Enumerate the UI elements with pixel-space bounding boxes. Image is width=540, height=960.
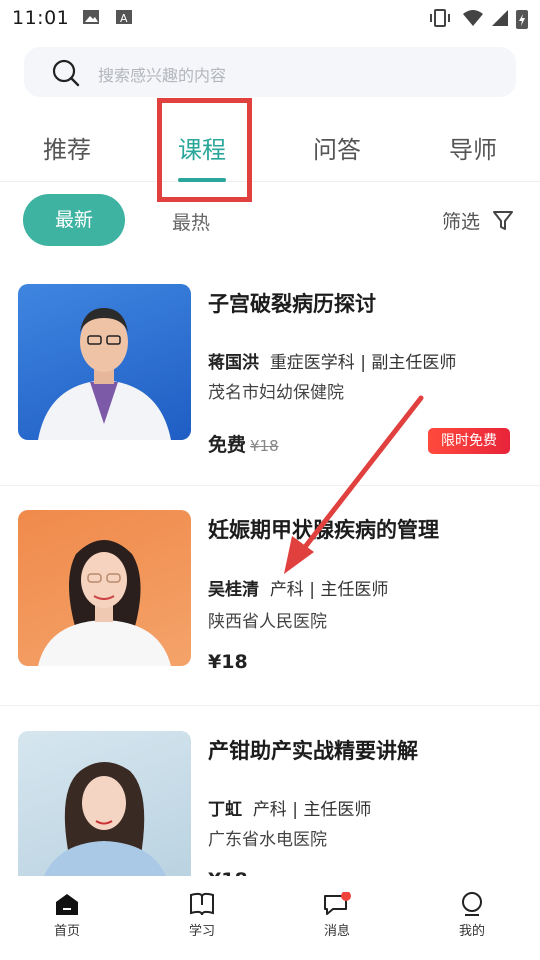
text-notification-icon: A — [116, 10, 132, 25]
doctor-portrait-image — [38, 540, 171, 666]
book-icon — [190, 892, 214, 916]
filter-button[interactable]: 筛选 — [442, 207, 480, 234]
filter-icon[interactable] — [493, 210, 513, 232]
nav-home-label: 首页 — [53, 924, 80, 939]
bottom-navigation: 首页 学习 消息 我的 — [0, 876, 540, 960]
course-title: 产钳助产实战精要讲解 — [208, 739, 418, 763]
filter-row: 最新 最热 筛选 — [0, 194, 540, 248]
nav-profile[interactable]: 我的 — [432, 892, 512, 939]
course-thumbnail — [18, 284, 191, 440]
teacher-hospital: 广东省水电医院 — [208, 830, 327, 850]
teacher-name: 吴桂清 — [208, 580, 259, 600]
nav-messages-label: 消息 — [323, 924, 350, 939]
message-icon — [324, 892, 351, 915]
status-time: 11:01 — [12, 7, 70, 29]
unread-dot — [341, 892, 351, 901]
tab-recommend[interactable]: 推荐 — [43, 130, 91, 165]
course-thumbnail — [18, 731, 191, 887]
svg-text:A: A — [120, 12, 128, 25]
course-price-line: ¥18 — [208, 651, 248, 673]
course-title: 妊娠期甲状腺疾病的管理 — [208, 518, 439, 542]
battery-icon — [516, 10, 528, 29]
course-teacher-line: 吴桂清 产科 | 主任医师 — [208, 575, 388, 600]
teacher-dept-title: 产科 | 主任医师 — [269, 580, 389, 600]
nav-home[interactable]: 首页 — [27, 892, 107, 939]
status-bar: 11:01 A — [0, 0, 540, 36]
nav-messages[interactable]: 消息 — [297, 892, 377, 939]
teacher-hospital: 陕西省人民医院 — [208, 612, 327, 632]
doctor-portrait-image — [40, 762, 170, 887]
search-icon — [52, 59, 80, 87]
search-bar[interactable]: 搜索感兴趣的内容 — [24, 47, 516, 97]
course-teacher-line: 蒋国洪 重症医学科 | 副主任医师 — [208, 348, 456, 373]
category-tabs: 推荐 课程 问答 导师 — [0, 112, 540, 182]
nav-study-label: 学习 — [188, 924, 215, 939]
teacher-hospital: 茂名市妇幼保健院 — [208, 383, 344, 403]
teacher-name: 蒋国洪 — [208, 353, 259, 373]
nav-study[interactable]: 学习 — [162, 892, 242, 939]
teacher-name: 丁虹 — [208, 800, 242, 820]
sort-hottest-button[interactable]: 最热 — [172, 208, 210, 235]
vibrate-icon — [430, 9, 450, 27]
home-icon — [56, 894, 78, 915]
signal-icon — [492, 10, 508, 26]
doctor-portrait-image — [38, 308, 171, 440]
course-price: 免费 — [208, 434, 247, 456]
tab-mentors[interactable]: 导师 — [449, 130, 497, 165]
annotation-highlight-box — [157, 98, 252, 202]
course-item[interactable]: 子宫破裂病历探讨 蒋国洪 重症医学科 | 副主任医师 茂名市妇幼保健院 免费 ¥1… — [0, 266, 540, 486]
image-notification-icon — [83, 10, 99, 24]
sort-latest-button[interactable]: 最新 — [23, 194, 125, 246]
profile-icon — [462, 892, 482, 916]
limited-free-badge: 限时免费 — [428, 428, 510, 454]
teacher-dept-title: 产科 | 主任医师 — [252, 800, 372, 820]
course-thumbnail — [18, 510, 191, 666]
original-price: ¥18 — [250, 437, 279, 455]
course-title: 子宫破裂病历探讨 — [208, 292, 376, 316]
course-price: ¥18 — [208, 651, 248, 673]
course-teacher-line: 丁虹 产科 | 主任医师 — [208, 795, 371, 820]
wifi-icon — [463, 10, 483, 26]
search-placeholder: 搜索感兴趣的内容 — [98, 66, 227, 85]
course-price-line: 免费 ¥18 — [208, 430, 279, 457]
tab-qa[interactable]: 问答 — [313, 130, 361, 165]
nav-profile-label: 我的 — [458, 924, 485, 939]
teacher-dept-title: 重症医学科 | 副主任医师 — [269, 353, 457, 373]
course-item[interactable]: 妊娠期甲状腺疾病的管理 吴桂清 产科 | 主任医师 陕西省人民医院 ¥18 — [0, 486, 540, 706]
